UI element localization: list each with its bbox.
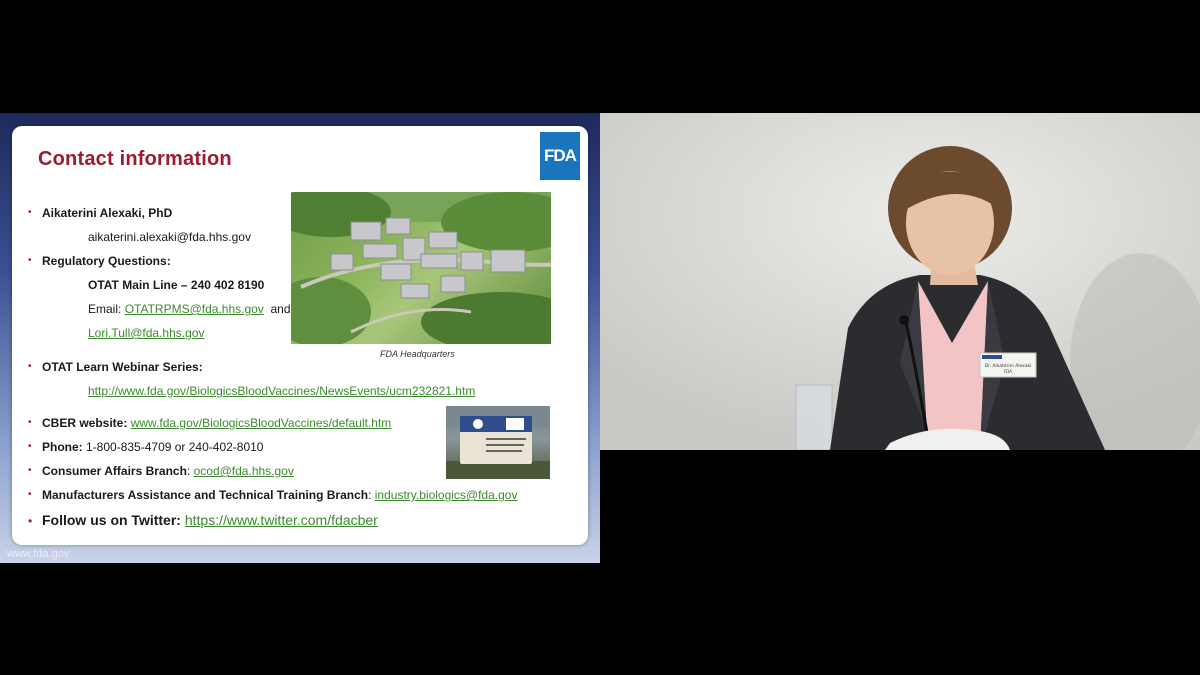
speaker-video: Dr. Aikaterini Alexaki FDA bbox=[600, 113, 1200, 450]
fda-headquarters-image bbox=[291, 192, 551, 344]
consumer-email-link[interactable]: ocod@fda.hhs.gov bbox=[194, 464, 294, 478]
bullet-icon: • bbox=[28, 255, 32, 266]
phone-value: 1-800-835-4709 or 240-402-8010 bbox=[86, 440, 264, 454]
consumer-row: Consumer Affairs Branch: ocod@fda.hhs.go… bbox=[42, 464, 294, 478]
slide-title: Contact information bbox=[38, 148, 232, 170]
email-and: and bbox=[270, 302, 291, 316]
phone-row: Phone: 1-800-835-4709 or 240-402-8010 bbox=[42, 440, 263, 454]
footer-url: www.fda.gov bbox=[7, 548, 70, 560]
otatrpms-email-link[interactable]: OTATRPMS@fda.hhs.gov bbox=[125, 302, 264, 316]
cber-website-link[interactable]: www.fda.gov/BiologicsBloodVaccines/defau… bbox=[131, 416, 392, 430]
email-row: Email: OTATRPMS@fda.hhs.gov and bbox=[88, 302, 291, 316]
bullet-icon: • bbox=[28, 441, 32, 452]
cber-row: CBER website: www.fda.gov/BiologicsBlood… bbox=[42, 416, 391, 430]
bullet-icon: • bbox=[28, 514, 33, 528]
twitter-row: Follow us on Twitter: https://www.twitte… bbox=[42, 512, 378, 528]
email-label: Email: bbox=[88, 302, 122, 316]
slide-panel: Contact information FDA • Aikaterini Ale… bbox=[0, 113, 600, 563]
manufacturers-label: Manufacturers Assistance and Technical T… bbox=[42, 488, 369, 502]
slide-number: 32 bbox=[584, 550, 593, 559]
phone-label: Phone: bbox=[42, 440, 83, 454]
fda-logo: FDA bbox=[540, 132, 580, 180]
bullet-icon: • bbox=[28, 465, 32, 476]
bullet-icon: • bbox=[28, 417, 32, 428]
webinar-label: OTAT Learn Webinar Series: bbox=[42, 360, 203, 374]
main-line: OTAT Main Line – 240 402 8190 bbox=[88, 278, 265, 292]
manufacturers-row: Manufacturers Assistance and Technical T… bbox=[42, 488, 518, 502]
bullet-icon: • bbox=[28, 489, 32, 500]
webinar-link[interactable]: http://www.fda.gov/BiologicsBloodVaccine… bbox=[88, 384, 475, 398]
twitter-label: Follow us on Twitter: bbox=[42, 512, 181, 528]
campus-aerial-icon bbox=[291, 192, 551, 344]
manufacturers-email-link[interactable]: industry.biologics@fda.gov bbox=[375, 488, 518, 502]
contact-name: Aikaterini Alexaki, PhD bbox=[42, 206, 173, 220]
contact-email: aikaterini.alexaki@fda.hhs.gov bbox=[88, 230, 251, 244]
fda-sign-image bbox=[446, 406, 550, 479]
bullet-icon: • bbox=[28, 207, 32, 218]
bullet-icon: • bbox=[28, 361, 32, 372]
regulatory-label: Regulatory Questions: bbox=[42, 254, 171, 268]
hhs-sign-icon bbox=[446, 406, 550, 479]
consumer-label: Consumer Affairs Branch bbox=[42, 464, 187, 478]
lori-tull-email-link[interactable]: Lori.Tull@fda.hhs.gov bbox=[88, 326, 204, 340]
speaker-figure-icon: Dr. Aikaterini Alexaki FDA bbox=[600, 113, 1200, 450]
hq-caption: FDA Headquarters bbox=[380, 349, 455, 359]
speaker-affiliation: FDA bbox=[1004, 369, 1012, 374]
twitter-link[interactable]: https://www.twitter.com/fdacber bbox=[185, 512, 378, 528]
slide-card: Contact information FDA • Aikaterini Ale… bbox=[12, 126, 588, 545]
cber-label: CBER website: bbox=[42, 416, 128, 430]
